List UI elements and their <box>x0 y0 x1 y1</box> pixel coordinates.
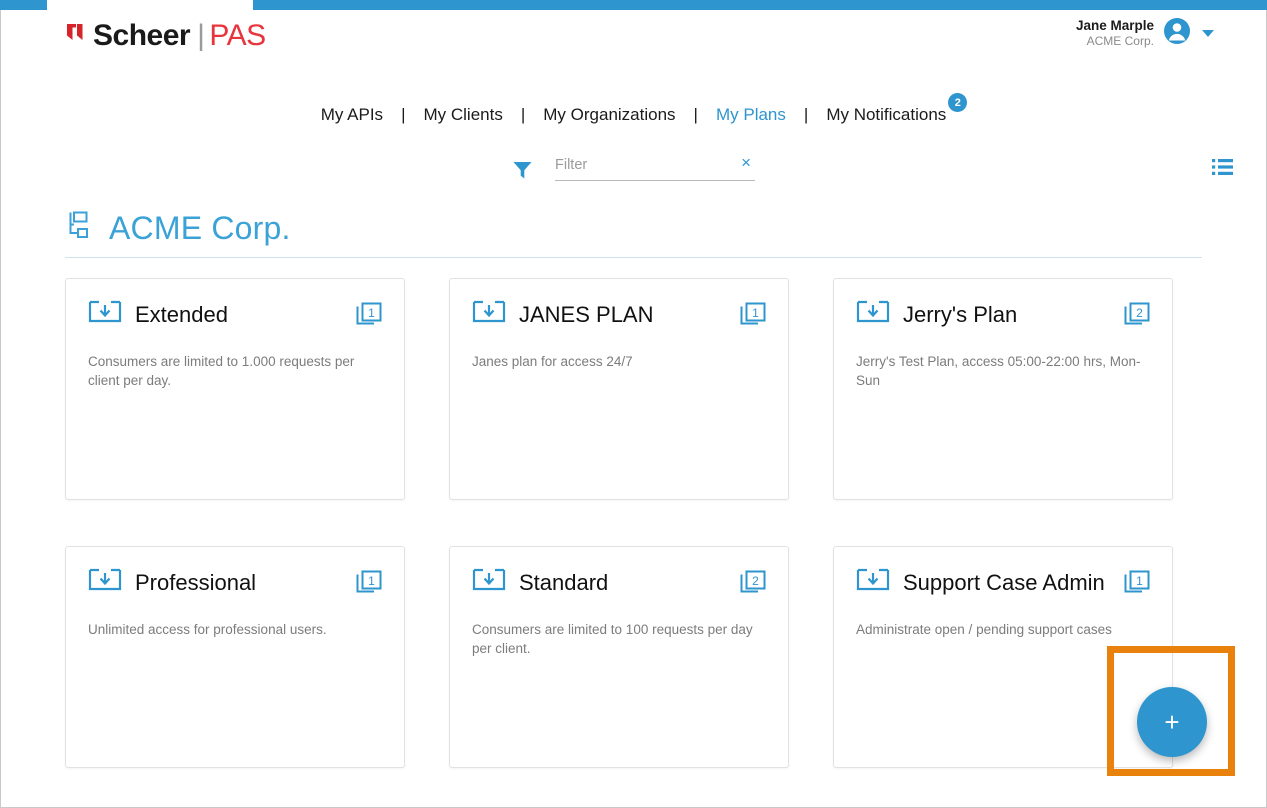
user-name: Jane Marple <box>1076 18 1154 35</box>
strip-segment-gap <box>47 0 253 10</box>
svg-text:1: 1 <box>752 306 759 320</box>
plan-card-description: Administrate open / pending support case… <box>856 620 1150 639</box>
brand-logo[interactable]: Scheer | PAS <box>65 19 266 53</box>
strip-segment-right <box>253 0 1267 10</box>
filter-funnel-icon[interactable] <box>512 160 533 185</box>
copies-badge-icon: 1 <box>356 570 382 596</box>
nav-item-my-clients[interactable]: My Clients <box>422 105 503 125</box>
nav-item-my-notifications[interactable]: My Notifications 2 <box>825 105 947 125</box>
plan-card-header: Professional 1 <box>88 567 382 598</box>
svg-text:1: 1 <box>368 306 375 320</box>
plan-import-icon <box>856 567 890 598</box>
plan-card[interactable]: Jerry's Plan 2 Jerry's Test Plan, access… <box>833 278 1173 500</box>
add-plan-button[interactable]: + <box>1137 687 1207 757</box>
app-header: Scheer | PAS Jane Marple ACME Corp. <box>1 10 1266 72</box>
plan-card[interactable]: JANES PLAN 1 Janes plan for access 24/7 <box>449 278 789 500</box>
plan-card-description: Unlimited access for professional users. <box>88 620 382 639</box>
brand-name: Scheer <box>93 19 190 53</box>
plan-card-title: Professional <box>135 570 343 596</box>
plan-card-title: Standard <box>519 570 727 596</box>
filter-bar: × <box>1 152 1266 198</box>
nav-item-my-plans[interactable]: My Plans <box>715 105 787 125</box>
brand-suffix: PAS <box>209 19 265 53</box>
plan-card-title: JANES PLAN <box>519 302 727 328</box>
plan-import-icon <box>88 299 122 330</box>
user-organization: ACME Corp. <box>1076 34 1154 49</box>
filter-clear-button[interactable]: × <box>741 154 751 171</box>
plan-card[interactable]: Professional 1 Unlimited access for prof… <box>65 546 405 768</box>
filter-input[interactable] <box>555 157 715 173</box>
page-frame: Scheer | PAS Jane Marple ACME Corp. <box>0 10 1267 808</box>
plan-card-description: Jerry's Test Plan, access 05:00-22:00 hr… <box>856 352 1150 390</box>
plan-card-header: Jerry's Plan 2 <box>856 299 1150 330</box>
svg-text:1: 1 <box>368 574 375 588</box>
plan-import-icon <box>472 299 506 330</box>
strip-segment-left <box>0 0 47 10</box>
copies-badge-icon: 1 <box>1124 570 1150 596</box>
main-navigation: My APIs | My Clients | My Organizations … <box>1 105 1266 125</box>
copies-badge-icon: 2 <box>740 570 766 596</box>
nav-separator: | <box>694 105 698 125</box>
plan-card-grid: Extended 1 Consumers are limited to 1.00… <box>65 278 1202 808</box>
plan-import-icon <box>472 567 506 598</box>
page-title-row: ACME Corp. <box>65 210 1202 258</box>
nav-item-my-apis[interactable]: My APIs <box>320 105 384 125</box>
plan-card-description: Consumers are limited to 1.000 requests … <box>88 352 382 390</box>
browser-top-strip <box>0 0 1267 10</box>
plan-card-description: Consumers are limited to 100 requests pe… <box>472 620 766 658</box>
plan-card-header: Support Case Admin 1 <box>856 567 1150 598</box>
scheer-logo-mark-icon <box>65 19 91 53</box>
page-title: ACME Corp. <box>109 210 291 247</box>
plan-card-header: Standard 2 <box>472 567 766 598</box>
plan-card-title: Extended <box>135 302 343 328</box>
notification-count-badge: 2 <box>948 93 967 112</box>
user-text: Jane Marple ACME Corp. <box>1076 18 1154 50</box>
plan-card-title: Support Case Admin <box>903 570 1111 596</box>
plan-card-description: Janes plan for access 24/7 <box>472 352 766 371</box>
copies-badge-icon: 2 <box>1124 302 1150 328</box>
plan-card-header: JANES PLAN 1 <box>472 299 766 330</box>
filter-field: × <box>555 156 755 181</box>
user-avatar-icon[interactable] <box>1163 17 1191 50</box>
plan-card-header: Extended 1 <box>88 299 382 330</box>
plan-import-icon <box>856 299 890 330</box>
svg-text:2: 2 <box>1136 306 1143 320</box>
organization-tree-icon <box>65 210 95 247</box>
copies-badge-icon: 1 <box>356 302 382 328</box>
plan-card[interactable]: Support Case Admin 1 Administrate open /… <box>833 546 1173 768</box>
list-view-icon[interactable] <box>1212 158 1234 181</box>
svg-text:2: 2 <box>752 574 759 588</box>
nav-separator: | <box>521 105 525 125</box>
plan-card-title: Jerry's Plan <box>903 302 1111 328</box>
plan-card[interactable]: Standard 2 Consumers are limited to 100 … <box>449 546 789 768</box>
nav-separator: | <box>401 105 405 125</box>
nav-item-my-organizations[interactable]: My Organizations <box>542 105 676 125</box>
nav-item-my-notifications-label: My Notifications <box>826 105 946 124</box>
plan-card[interactable]: Extended 1 Consumers are limited to 1.00… <box>65 278 405 500</box>
copies-badge-icon: 1 <box>740 302 766 328</box>
plan-import-icon <box>88 567 122 598</box>
brand-separator: | <box>197 19 204 53</box>
user-menu[interactable]: Jane Marple ACME Corp. <box>1076 17 1214 50</box>
nav-separator: | <box>804 105 808 125</box>
chevron-down-icon[interactable] <box>1202 30 1214 37</box>
svg-text:1: 1 <box>1136 574 1143 588</box>
application-root: Scheer | PAS Jane Marple ACME Corp. <box>0 0 1267 808</box>
filter-group: × <box>512 156 755 185</box>
